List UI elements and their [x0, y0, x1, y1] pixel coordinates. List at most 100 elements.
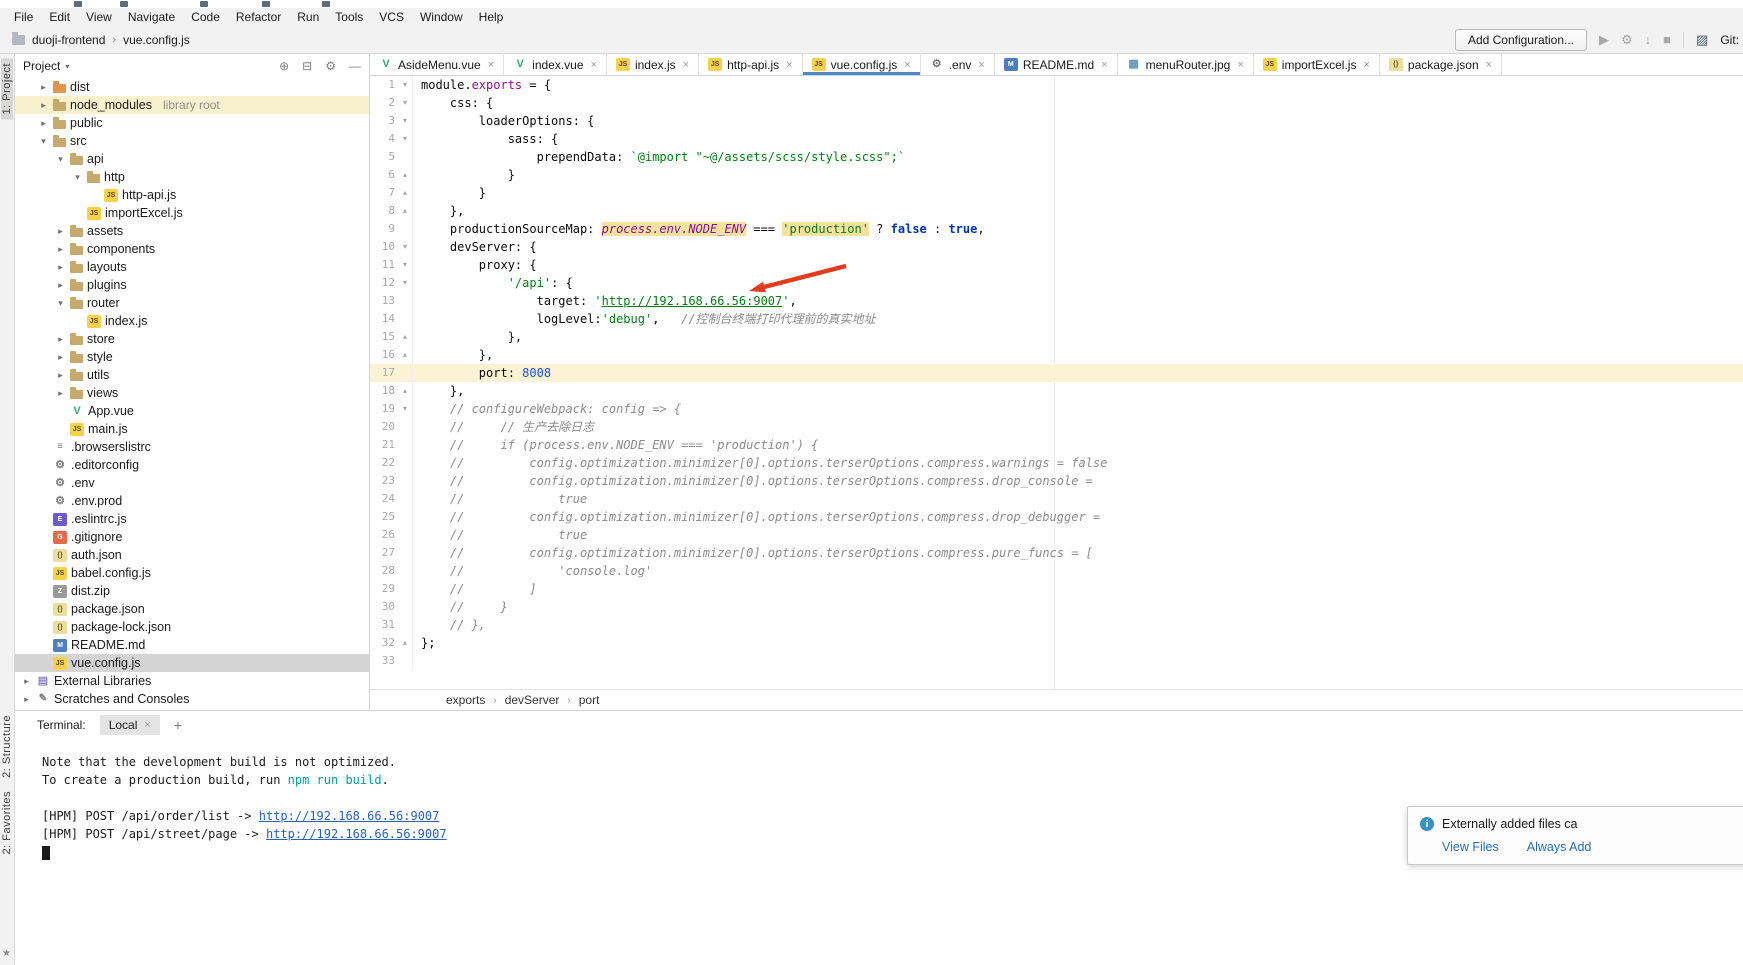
tree-item[interactable]: E.eslintrc.js: [15, 510, 369, 528]
code-text[interactable]: // ]: [421, 580, 537, 598]
fold-marker[interactable]: ▴: [398, 634, 413, 652]
fold-marker[interactable]: ▾: [398, 112, 413, 130]
code-text[interactable]: // config.optimization.minimizer[0].opti…: [421, 472, 1093, 490]
fold-marker[interactable]: ▾: [398, 238, 413, 256]
code-text[interactable]: proxy: {: [421, 256, 537, 274]
chevron-icon[interactable]: ▸: [55, 370, 66, 381]
chevron-icon[interactable]: ▸: [55, 334, 66, 345]
tab-index.vue[interactable]: Vindex.vue×: [504, 54, 607, 75]
tree-item[interactable]: ▸dist: [15, 78, 369, 96]
fold-marker[interactable]: ▾: [398, 274, 413, 292]
menu-window[interactable]: Window: [412, 10, 471, 24]
fold-marker[interactable]: ▾: [398, 76, 413, 94]
tree-item[interactable]: G.gitignore: [15, 528, 369, 546]
code-text[interactable]: // config.optimization.minimizer[0].opti…: [421, 508, 1100, 526]
breadcrumb-item[interactable]: duoji-frontend: [32, 33, 105, 47]
tool-stripe-structure[interactable]: 2: Structure: [1, 710, 13, 783]
tab-index.js[interactable]: JSindex.js×: [607, 54, 699, 75]
code-editor[interactable]: 1▾module.exports = {2▾ css: {3▾ loaderOp…: [370, 76, 1743, 689]
code-text[interactable]: // true: [421, 490, 587, 508]
tab-menuRouter.jpg[interactable]: ▦menuRouter.jpg×: [1118, 54, 1254, 75]
chevron-icon[interactable]: ▸: [55, 262, 66, 273]
menu-code[interactable]: Code: [183, 10, 228, 24]
breadcrumb-item[interactable]: vue.config.js: [123, 33, 190, 47]
chevron-icon[interactable]: ▾: [72, 172, 83, 183]
code-text[interactable]: devServer: {: [421, 238, 537, 256]
tree-item[interactable]: JSimportExcel.js: [15, 204, 369, 222]
close-icon[interactable]: ×: [904, 59, 910, 71]
code-text[interactable]: // // 生产去除日志: [421, 418, 594, 436]
debug-icon[interactable]: ⚙: [1621, 33, 1633, 46]
hide-panel-icon[interactable]: ―: [349, 59, 361, 73]
chevron-icon[interactable]: ▾: [38, 136, 49, 147]
favorites-star-icon[interactable]: ★: [2, 948, 11, 959]
terminal-tab-local[interactable]: Local ×: [100, 715, 160, 735]
chevron-icon[interactable]: ▸: [55, 244, 66, 255]
tab-README.md[interactable]: MREADME.md×: [995, 54, 1118, 75]
tree-item[interactable]: JSindex.js: [15, 312, 369, 330]
breadcrumb-item[interactable]: exports: [446, 693, 485, 707]
code-text[interactable]: // 'console.log': [421, 562, 652, 580]
code-text[interactable]: };: [421, 634, 435, 652]
close-icon[interactable]: ×: [1237, 59, 1243, 71]
chevron-icon[interactable]: ▸: [21, 694, 32, 705]
chevron-icon[interactable]: ▸: [55, 280, 66, 291]
tree-item[interactable]: ⚙.editorconfig: [15, 456, 369, 474]
close-icon[interactable]: ×: [1363, 59, 1369, 71]
tree-item[interactable]: JShttp-api.js: [15, 186, 369, 204]
menu-run[interactable]: Run: [289, 10, 327, 24]
tree-item[interactable]: ▸node_moduleslibrary root: [15, 96, 369, 114]
close-icon[interactable]: ×: [683, 59, 689, 71]
tree-item[interactable]: ⚙.env: [15, 474, 369, 492]
menu-tools[interactable]: Tools: [327, 10, 371, 24]
tree-item[interactable]: MREADME.md: [15, 636, 369, 654]
code-text[interactable]: port: 8008: [421, 364, 551, 382]
tree-item[interactable]: ▸views: [15, 384, 369, 402]
code-text[interactable]: },: [421, 382, 464, 400]
tree-item[interactable]: JSmain.js: [15, 420, 369, 438]
tree-item[interactable]: {}package.json: [15, 600, 369, 618]
code-text[interactable]: },: [421, 202, 464, 220]
tab-.env[interactable]: ⚙.env×: [921, 54, 995, 75]
add-configuration-button[interactable]: Add Configuration...: [1455, 29, 1587, 51]
tree-item[interactable]: ≡.browserslistrc: [15, 438, 369, 456]
gear-icon[interactable]: ⚙: [325, 59, 336, 73]
chevron-down-icon[interactable]: ▾: [65, 62, 69, 71]
close-icon[interactable]: ×: [1486, 59, 1492, 71]
tree-item[interactable]: ▸assets: [15, 222, 369, 240]
code-text[interactable]: // true: [421, 526, 587, 544]
menu-view[interactable]: View: [78, 10, 120, 24]
tab-importExcel.js[interactable]: JSimportExcel.js×: [1254, 54, 1380, 75]
code-text[interactable]: // config.optimization.minimizer[0].opti…: [421, 454, 1107, 472]
code-text[interactable]: // config.optimization.minimizer[0].opti…: [421, 544, 1093, 562]
code-text[interactable]: }: [421, 166, 515, 184]
tree-item[interactable]: ▸layouts: [15, 258, 369, 276]
chevron-icon[interactable]: ▾: [55, 298, 66, 309]
tree-item[interactable]: {}auth.json: [15, 546, 369, 564]
code-text[interactable]: loaderOptions: {: [421, 112, 594, 130]
menu-file[interactable]: File: [6, 10, 41, 24]
menu-refactor[interactable]: Refactor: [228, 10, 289, 24]
code-text[interactable]: logLevel:'debug', //控制台终端打印代理前的真实地址: [421, 310, 876, 328]
tree-item[interactable]: JSbabel.config.js: [15, 564, 369, 582]
fold-marker[interactable]: ▾: [398, 130, 413, 148]
tool-stripe-project[interactable]: 1: Project: [1, 58, 13, 119]
close-icon[interactable]: ×: [978, 59, 984, 71]
locate-file-icon[interactable]: ⊕: [279, 59, 289, 73]
tree-item[interactable]: ▾router: [15, 294, 369, 312]
code-text[interactable]: // },: [421, 616, 486, 634]
tree-item[interactable]: Zdist.zip: [15, 582, 369, 600]
close-icon[interactable]: ×: [1101, 59, 1107, 71]
fold-marker[interactable]: ▾: [398, 256, 413, 274]
menu-navigate[interactable]: Navigate: [120, 10, 183, 24]
fold-marker[interactable]: ▴: [398, 346, 413, 364]
tab-http-api.js[interactable]: JShttp-api.js×: [699, 54, 802, 75]
code-text[interactable]: },: [421, 328, 522, 346]
close-icon[interactable]: ×: [786, 59, 792, 71]
chevron-icon[interactable]: ▸: [55, 388, 66, 399]
close-icon[interactable]: ×: [591, 59, 597, 71]
code-text[interactable]: // if (process.env.NODE_ENV === 'product…: [421, 436, 818, 454]
tree-item[interactable]: ▸style: [15, 348, 369, 366]
close-icon[interactable]: ×: [488, 59, 494, 71]
fold-marker[interactable]: ▴: [398, 184, 413, 202]
